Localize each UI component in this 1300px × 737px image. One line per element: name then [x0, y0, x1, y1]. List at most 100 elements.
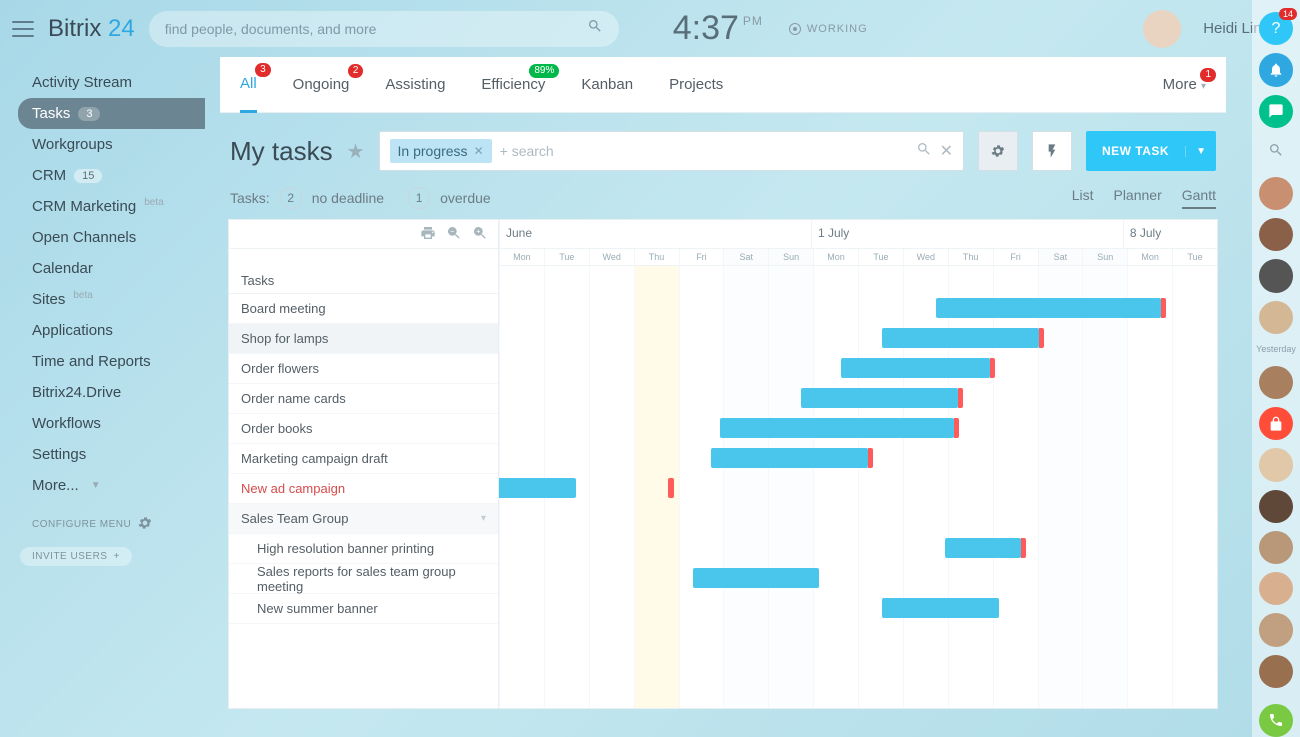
gantt-bar[interactable]: [882, 328, 1040, 348]
overdue-label[interactable]: overdue: [440, 190, 491, 206]
sidebar-item-time-and-reports[interactable]: Time and Reports: [0, 346, 205, 377]
contact-avatar[interactable]: [1259, 177, 1293, 210]
clear-filter-icon[interactable]: ✕: [940, 141, 953, 161]
overdue-count[interactable]: 1: [408, 187, 430, 209]
gantt-task-row[interactable]: Shop for lamps: [229, 324, 498, 354]
phone-button[interactable]: [1259, 704, 1293, 737]
view-gantt[interactable]: Gantt: [1182, 187, 1216, 209]
print-icon[interactable]: [420, 225, 436, 244]
sidebar-item-activity-stream[interactable]: Activity Stream: [0, 67, 205, 98]
help-button[interactable]: ?14: [1259, 12, 1293, 45]
clock-time: 4:37: [673, 9, 739, 48]
contact-avatar[interactable]: [1259, 655, 1293, 688]
global-search[interactable]: [149, 11, 619, 47]
contact-avatar[interactable]: [1259, 448, 1293, 481]
gantt-task-row[interactable]: Sales reports for sales team group meeti…: [229, 564, 498, 594]
configure-menu-link[interactable]: CONFIGURE MENU: [32, 515, 205, 534]
gantt-task-row[interactable]: High resolution banner printing: [229, 534, 498, 564]
contact-avatar[interactable]: [1259, 613, 1293, 646]
gantt-group-row[interactable]: Sales Team Group: [229, 504, 498, 534]
sidebar-item-settings[interactable]: Settings: [0, 439, 205, 470]
sidebar-item-open-channels[interactable]: Open Channels: [0, 222, 205, 253]
lock-button[interactable]: [1259, 407, 1293, 440]
gantt-bar[interactable]: [711, 448, 869, 468]
contact-avatar[interactable]: [1259, 301, 1293, 334]
notifications-button[interactable]: [1259, 53, 1293, 86]
gantt-bar[interactable]: [841, 358, 990, 378]
hamburger-icon[interactable]: [12, 21, 34, 37]
search-icon[interactable]: [916, 141, 932, 162]
gantt-task-row[interactable]: Board meeting: [229, 294, 498, 324]
working-status[interactable]: WORKING: [789, 23, 868, 35]
chip-remove-icon[interactable]: ✕: [474, 144, 484, 158]
tab-projects[interactable]: Projects: [669, 58, 723, 111]
new-task-dropdown[interactable]: ▼: [1185, 146, 1216, 157]
contact-avatar[interactable]: [1259, 531, 1293, 564]
sidebar-item-tasks[interactable]: Tasks3: [18, 98, 205, 129]
gantt-bar[interactable]: [936, 298, 1161, 318]
sidebar-item-applications[interactable]: Applications: [0, 315, 205, 346]
automation-button[interactable]: [1032, 131, 1072, 171]
gantt-day-label: Sat: [1038, 249, 1083, 265]
gantt-task-row[interactable]: Order books: [229, 414, 498, 444]
contact-avatar[interactable]: [1259, 259, 1293, 292]
invite-users-button[interactable]: INVITE USERS +: [20, 547, 132, 566]
beta-badge: beta: [73, 290, 92, 301]
contact-avatar[interactable]: [1259, 490, 1293, 523]
chat-button[interactable]: [1259, 95, 1293, 128]
gantt-day-label: Sat: [723, 249, 768, 265]
settings-button[interactable]: [978, 131, 1018, 171]
user-avatar[interactable]: [1143, 10, 1181, 48]
gantt-task-row[interactable]: New ad campaign: [229, 474, 498, 504]
logo[interactable]: Bitrix 24: [48, 15, 135, 43]
gantt-bar[interactable]: [693, 568, 819, 588]
sidebar-item-workgroups[interactable]: Workgroups: [0, 129, 205, 160]
sidebar-item-bitrix24-drive[interactable]: Bitrix24.Drive: [0, 377, 205, 408]
zoom-in-icon[interactable]: [472, 225, 488, 244]
sidebar-item-workflows[interactable]: Workflows: [0, 408, 205, 439]
gantt-bar[interactable]: [499, 478, 576, 498]
no-deadline-count[interactable]: 2: [280, 187, 302, 209]
gantt-task-row[interactable]: Marketing campaign draft: [229, 444, 498, 474]
sidebar-item-sites[interactable]: Sitesbeta: [0, 284, 205, 315]
rail-search-icon[interactable]: [1268, 142, 1284, 163]
tabs-more[interactable]: More ▾ 1: [1163, 76, 1206, 93]
tab-assisting[interactable]: Assisting: [385, 58, 445, 111]
zoom-out-icon[interactable]: [446, 225, 462, 244]
gantt-timeline[interactable]: June1 July8 July MonTueWedThuFriSatSunMo…: [499, 220, 1217, 708]
gantt-day-label: Fri: [679, 249, 724, 265]
tab-efficiency[interactable]: Efficiency89%: [481, 58, 545, 111]
gantt-bar[interactable]: [668, 478, 674, 498]
no-deadline-label[interactable]: no deadline: [312, 190, 384, 206]
gantt-task-row[interactable]: New summer banner: [229, 594, 498, 624]
contact-avatar[interactable]: [1259, 366, 1293, 399]
contact-avatar[interactable]: [1259, 572, 1293, 605]
view-planner[interactable]: Planner: [1113, 187, 1161, 209]
gantt-bar[interactable]: [945, 538, 1022, 558]
gantt-month-label: 8 July: [1123, 220, 1217, 248]
sidebar-item-crm-marketing[interactable]: CRM Marketingbeta: [0, 191, 205, 222]
task-filter[interactable]: In progress ✕ ✕: [379, 131, 964, 171]
gantt-task-row[interactable]: Order flowers: [229, 354, 498, 384]
gantt-bar[interactable]: [720, 418, 954, 438]
star-icon[interactable]: ★: [347, 139, 365, 164]
gantt-day-label: Mon: [1127, 249, 1172, 265]
filter-search-input[interactable]: [500, 143, 908, 159]
tab-kanban[interactable]: Kanban: [581, 58, 633, 111]
new-task-button[interactable]: NEW TASK ▼: [1086, 131, 1216, 171]
sidebar-item-more-[interactable]: More...▼: [0, 470, 205, 501]
gantt-bar[interactable]: [801, 388, 959, 408]
tab-all[interactable]: All3: [240, 57, 257, 113]
gear-icon: [137, 515, 153, 534]
global-search-input[interactable]: [165, 21, 587, 37]
contact-avatar[interactable]: [1259, 218, 1293, 251]
filter-chip[interactable]: In progress ✕: [390, 139, 492, 163]
gantt-task-row[interactable]: Order name cards: [229, 384, 498, 414]
view-list[interactable]: List: [1072, 187, 1094, 209]
gantt-bar[interactable]: [882, 598, 999, 618]
tab-ongoing[interactable]: Ongoing2: [293, 58, 350, 111]
search-icon[interactable]: [587, 18, 603, 39]
view-switcher: List Planner Gantt: [1072, 187, 1216, 209]
sidebar-item-crm[interactable]: CRM15: [0, 160, 205, 191]
sidebar-item-calendar[interactable]: Calendar: [0, 253, 205, 284]
